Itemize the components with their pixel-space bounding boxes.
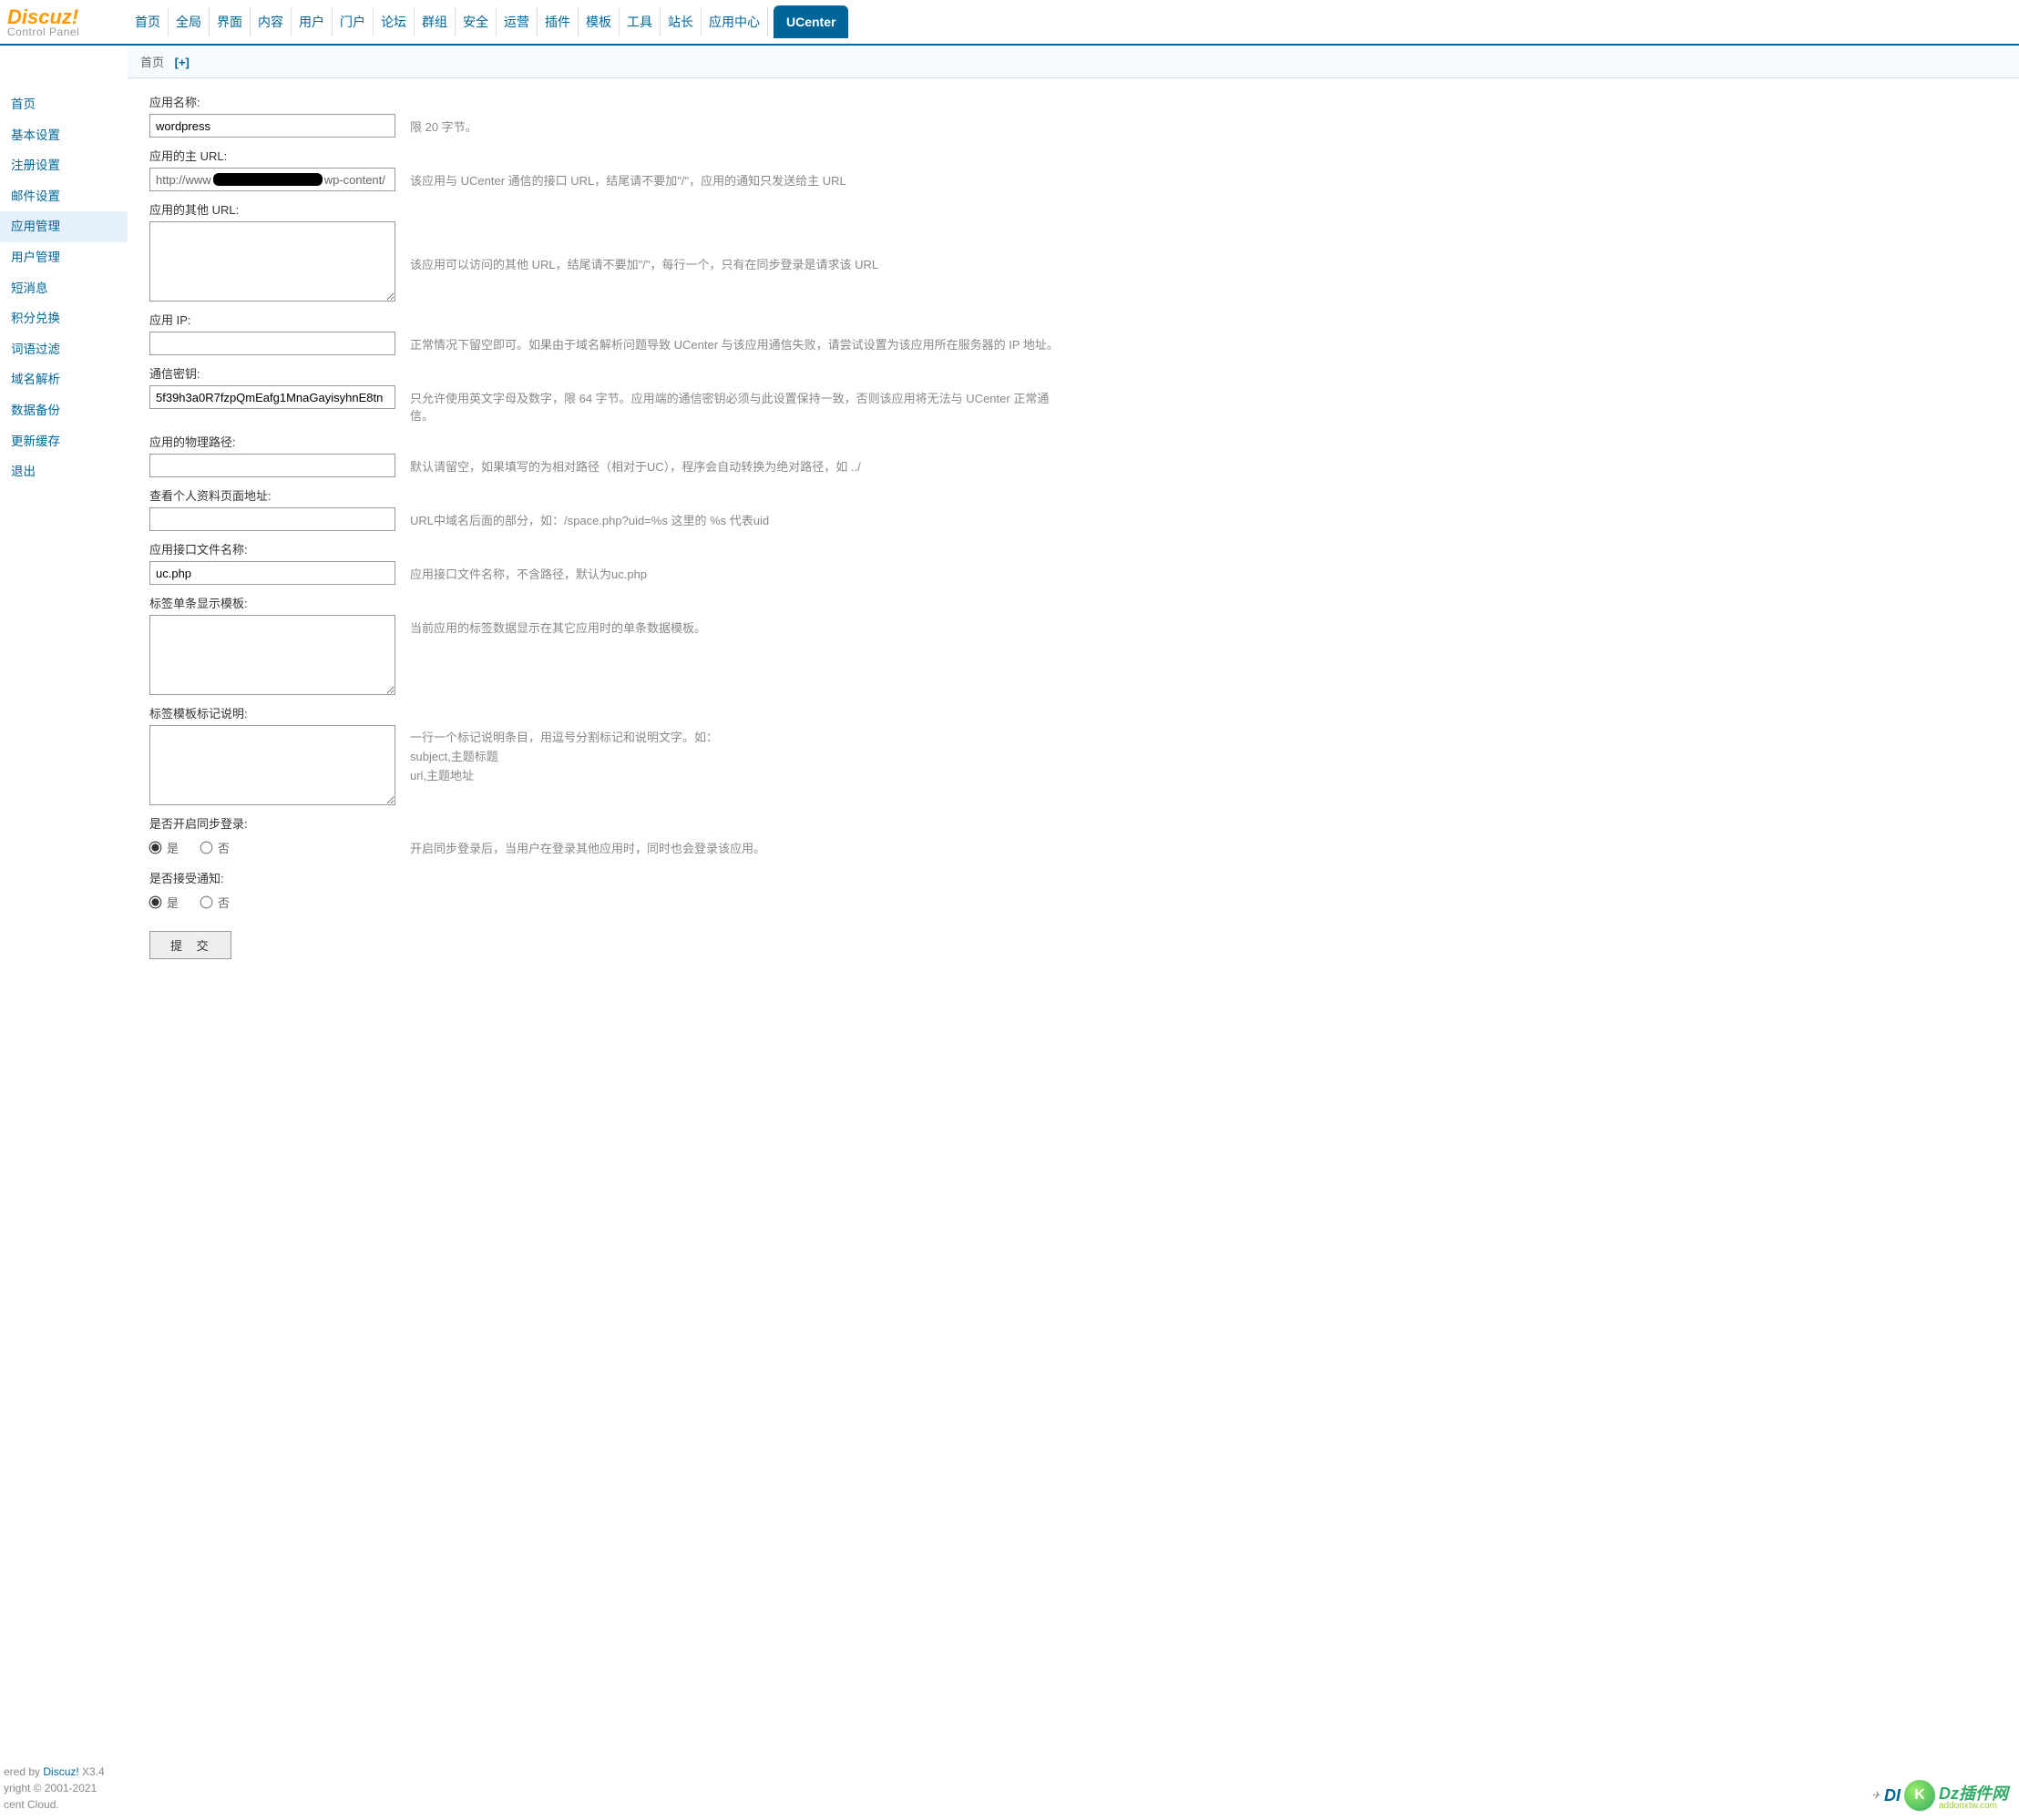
app-name-input[interactable]	[149, 114, 395, 138]
main-url-input[interactable]: http://www wp-content/	[149, 168, 395, 191]
footer: ered by Discuz! X3.4 yright © 2001-2021 …	[0, 1764, 105, 1813]
tag-help-line2: subject,主题标题	[410, 748, 1066, 767]
main-url-value-prefix: http://www	[156, 173, 211, 187]
logo: Discuz! Control Panel	[0, 5, 128, 38]
topnav-global[interactable]: 全局	[169, 7, 210, 36]
phys-path-label: 应用的物理路径:	[149, 433, 1997, 450]
tag-help-line1: 一行一个标记说明条目，用逗号分割标记和说明文字。如：	[410, 729, 1066, 748]
extra-urls-textarea[interactable]	[149, 221, 395, 302]
profile-url-input[interactable]	[149, 507, 395, 531]
sync-login-yes-radio[interactable]	[149, 842, 162, 854]
extra-urls-help: 该应用可以访问的其他 URL，结尾请不要加"/"，每行一个，只有在同步登录是请求…	[410, 251, 1066, 272]
sidebar-item-credits[interactable]: 积分兑换	[0, 303, 128, 334]
topnav-security[interactable]: 安全	[456, 7, 497, 36]
breadcrumb: 首页 [+]	[128, 46, 2019, 78]
sidebar-item-email-settings[interactable]: 邮件设置	[0, 181, 128, 212]
topnav-content[interactable]: 内容	[251, 7, 292, 36]
topnav-portal[interactable]: 门户	[333, 7, 374, 36]
top-navigation: 首页 全局 界面 内容 用户 门户 论坛 群组 安全 运营 插件 模板 工具 站…	[128, 5, 848, 38]
app-name-help: 限 20 字节。	[410, 114, 1066, 135]
topnav-user[interactable]: 用户	[292, 7, 333, 36]
app-name-label: 应用名称:	[149, 93, 1997, 110]
sync-login-no-radio[interactable]	[200, 842, 213, 854]
api-file-label: 应用接口文件名称:	[149, 540, 1997, 557]
accept-notify-no-radio[interactable]	[200, 896, 213, 909]
api-file-help: 应用接口文件名称，不含路径，默认为uc.php	[410, 561, 1066, 582]
accept-notify-label: 是否接受通知:	[149, 869, 1997, 886]
topnav-ucenter[interactable]: UCenter	[774, 5, 848, 38]
tag-help-help: 一行一个标记说明条目，用逗号分割标记和说明文字。如： subject,主题标题 …	[410, 725, 1066, 785]
logo-subtitle: Control Panel	[7, 26, 128, 38]
brand-text1: DI	[1884, 1786, 1901, 1805]
comm-key-input[interactable]	[149, 385, 395, 409]
footer-brand: ✈ DI K Dz插件网 addonxtw.com	[1871, 1780, 2008, 1811]
footer-line1: ered by Discuz! X3.4	[4, 1764, 105, 1780]
main-url-value-suffix: wp-content/	[324, 173, 385, 187]
footer-line2: yright © 2001-2021	[4, 1780, 105, 1796]
sidebar-item-backup[interactable]: 数据备份	[0, 395, 128, 426]
breadcrumb-add-icon[interactable]: [+]	[175, 56, 190, 69]
sidebar-item-register-settings[interactable]: 注册设置	[0, 150, 128, 181]
app-ip-input[interactable]	[149, 332, 395, 355]
topnav-group[interactable]: 群组	[415, 7, 456, 36]
brand-prefix-icon: ✈	[1871, 1789, 1881, 1802]
main-form: 应用名称: 限 20 字节。 应用的主 URL: http://www wp-c…	[128, 78, 2019, 1014]
accept-notify-no[interactable]: 否	[200, 894, 230, 911]
sync-login-yes[interactable]: 是	[149, 839, 179, 856]
main-url-redacted	[213, 173, 323, 186]
app-ip-label: 应用 IP:	[149, 311, 1997, 328]
topnav-interface[interactable]: 界面	[210, 7, 251, 36]
sync-login-help: 开启同步登录后，当用户在登录其他应用时，同时也会登录该应用。	[410, 835, 1066, 856]
tag-template-help: 当前应用的标签数据显示在其它应用时的单条数据模板。	[410, 615, 1066, 636]
submit-button[interactable]: 提 交	[149, 931, 231, 959]
accept-notify-radio-group: 是 否	[149, 890, 1997, 915]
app-ip-help: 正常情况下留空即可。如果由于域名解析问题导致 UCenter 与该应用通信失败，…	[410, 332, 1066, 353]
phys-path-help: 默认请留空，如果填写的为相对路径（相对于UC），程序会自动转换为绝对路径，如 .…	[410, 454, 1066, 475]
tag-help-label: 标签模板标记说明:	[149, 704, 1997, 721]
sidebar-item-domain-resolve[interactable]: 域名解析	[0, 364, 128, 395]
brand-badge: ✈ DI K Dz插件网 addonxtw.com	[1871, 1780, 2008, 1811]
sidebar-item-home[interactable]: 首页	[0, 89, 128, 120]
tag-help-textarea[interactable]	[149, 725, 395, 805]
sidebar-item-basic-settings[interactable]: 基本设置	[0, 120, 128, 151]
footer-discuz-link[interactable]: Discuz!	[43, 1765, 78, 1778]
comm-key-label: 通信密钥:	[149, 364, 1997, 382]
tag-help-line3: url,主题地址	[410, 767, 1066, 786]
accept-notify-yes[interactable]: 是	[149, 894, 179, 911]
tag-template-textarea[interactable]	[149, 615, 395, 695]
phys-path-input[interactable]	[149, 454, 395, 477]
brand-text2: Dz插件网	[1939, 1784, 2008, 1803]
topnav-home[interactable]: 首页	[128, 7, 169, 36]
footer-line3: cent Cloud.	[4, 1796, 105, 1813]
sidebar-item-message[interactable]: 短消息	[0, 273, 128, 304]
topnav-webmaster[interactable]: 站长	[661, 7, 702, 36]
profile-url-label: 查看个人资料页面地址:	[149, 486, 1997, 504]
extra-urls-label: 应用的其他 URL:	[149, 200, 1997, 218]
comm-key-help: 只允许使用英文字母及数字，限 64 字节。应用端的通信密钥必须与此设置保持一致，…	[410, 385, 1066, 424]
topnav-tools[interactable]: 工具	[620, 7, 661, 36]
breadcrumb-home[interactable]: 首页	[140, 56, 164, 69]
sync-login-radio-group: 是 否	[149, 835, 395, 860]
sidebar-item-cache-update[interactable]: 更新缓存	[0, 426, 128, 457]
topnav-template[interactable]: 模板	[579, 7, 620, 36]
tag-template-label: 标签单条显示模板:	[149, 594, 1997, 611]
sidebar-item-logout[interactable]: 退出	[0, 456, 128, 487]
sidebar-item-word-filter[interactable]: 词语过滤	[0, 334, 128, 365]
api-file-input[interactable]	[149, 561, 395, 585]
main-url-help: 该应用与 UCenter 通信的接口 URL，结尾请不要加"/"，应用的通知只发…	[410, 168, 1066, 189]
sidebar-item-user-manage[interactable]: 用户管理	[0, 242, 128, 273]
topnav-appcenter[interactable]: 应用中心	[702, 7, 768, 36]
topbar: Discuz! Control Panel 首页 全局 界面 内容 用户 门户 …	[0, 0, 2019, 46]
brand-circle-icon: K	[1904, 1780, 1935, 1811]
profile-url-help: URL中域名后面的部分，如：/space.php?uid=%s 这里的 %s 代…	[410, 507, 1066, 528]
sidebar-item-app-manage[interactable]: 应用管理	[0, 211, 128, 242]
topnav-forum[interactable]: 论坛	[374, 7, 415, 36]
sync-login-label: 是否开启同步登录:	[149, 814, 1997, 832]
main-url-label: 应用的主 URL:	[149, 147, 1997, 164]
sync-login-no[interactable]: 否	[200, 839, 230, 856]
sidebar: 首页 基本设置 注册设置 邮件设置 应用管理 用户管理 短消息 积分兑换 词语过…	[0, 78, 128, 1014]
topnav-operation[interactable]: 运营	[497, 7, 538, 36]
accept-notify-yes-radio[interactable]	[149, 896, 162, 909]
topnav-plugin[interactable]: 插件	[538, 7, 579, 36]
